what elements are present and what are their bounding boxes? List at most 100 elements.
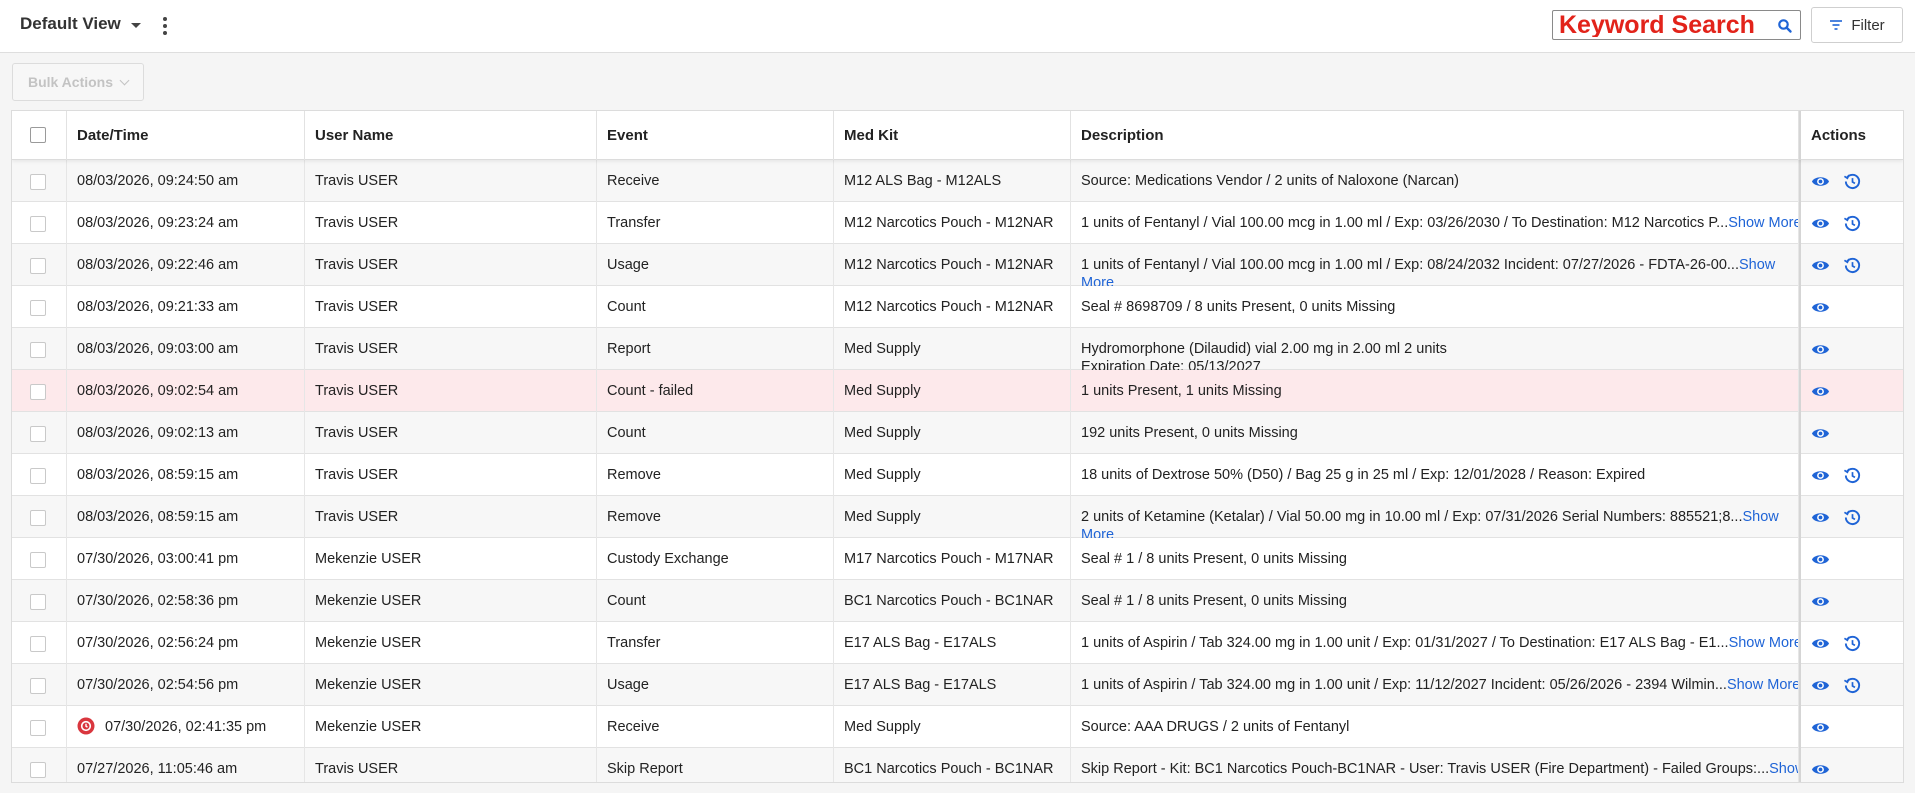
eye-icon[interactable] [1811, 508, 1830, 527]
search-icon[interactable] [1776, 17, 1794, 35]
cell-select [12, 412, 67, 454]
row-checkbox[interactable] [30, 300, 46, 316]
column-header-datetime[interactable]: Date/Time [67, 111, 305, 160]
table-row[interactable]: 08/03/2026, 09:23:24 am Travis USER Transf… [12, 202, 1903, 244]
row-checkbox[interactable] [30, 510, 46, 526]
cell-select [12, 160, 67, 202]
eye-icon[interactable] [1811, 718, 1830, 737]
show-more-link[interactable]: Show More [1728, 215, 1798, 231]
cell-datetime: 08/03/2026, 09:24:50 am [67, 160, 305, 202]
view-selector[interactable]: Default View [20, 14, 141, 34]
cell-datetime: 08/03/2026, 08:59:15 am [67, 454, 305, 496]
table-row[interactable]: 07/30/2026, 02:54:56 pm Mekenzie USER Usag… [12, 664, 1903, 706]
table-row[interactable]: 08/03/2026, 08:59:15 am Travis USER Remove… [12, 454, 1903, 496]
row-checkbox[interactable] [30, 468, 46, 484]
cell-medkit-text: E17 ALS Bag - E17ALS [844, 635, 997, 651]
cell-user-text: Travis USER [315, 173, 399, 189]
cell-select [12, 328, 67, 370]
filter-button[interactable]: Filter [1811, 7, 1903, 43]
eye-icon[interactable] [1811, 256, 1830, 275]
table-row[interactable]: 08/03/2026, 09:03:00 am Travis USER Report… [12, 328, 1903, 370]
keyword-search [1552, 10, 1801, 40]
row-checkbox[interactable] [30, 426, 46, 442]
table-row[interactable]: 08/03/2026, 09:22:46 am Travis USER Usage M… [12, 244, 1903, 286]
cell-datetime-text: 08/03/2026, 09:03:00 am [77, 341, 239, 357]
show-more-link[interactable]: Show More [1727, 677, 1798, 693]
cell-select [12, 622, 67, 664]
table-row[interactable]: 08/03/2026, 09:21:33 am Travis USER Count M… [12, 286, 1903, 328]
column-header-description[interactable]: Description [1071, 111, 1799, 160]
column-header-user[interactable]: User Name [305, 111, 597, 160]
cell-medkit-text: Med Supply [844, 719, 921, 735]
row-checkbox[interactable] [30, 762, 46, 778]
row-checkbox[interactable] [30, 720, 46, 736]
row-checkbox[interactable] [30, 216, 46, 232]
filter-icon [1830, 20, 1843, 30]
cell-event-text: Count - failed [607, 383, 694, 399]
cell-description: Source: Medications Vendor / 2 units of … [1071, 160, 1799, 202]
cell-actions [1799, 160, 1903, 202]
table-row[interactable]: 08/03/2026, 09:24:50 am Travis USER Receiv… [12, 160, 1903, 202]
show-more-link[interactable]: Show [1769, 761, 1798, 777]
eye-icon[interactable] [1811, 382, 1830, 401]
column-header-medkit[interactable]: Med Kit [834, 111, 1071, 160]
cell-select [12, 538, 67, 580]
eye-icon[interactable] [1811, 550, 1830, 569]
row-checkbox[interactable] [30, 384, 46, 400]
history-icon[interactable] [1843, 634, 1862, 653]
cell-datetime: 08/03/2026, 09:21:33 am [67, 286, 305, 328]
history-icon[interactable] [1843, 466, 1862, 485]
history-icon[interactable] [1843, 256, 1862, 275]
history-icon[interactable] [1843, 508, 1862, 527]
eye-icon[interactable] [1811, 466, 1830, 485]
cell-user: Mekenzie USER [305, 706, 597, 748]
table-row[interactable]: 07/27/2026, 11:05:46 am Travis USER Skip R… [12, 748, 1903, 782]
cell-event: Receive [597, 160, 834, 202]
cell-datetime: 07/30/2026, 03:00:41 pm [67, 538, 305, 580]
table-row[interactable]: 07/30/2026, 03:00:41 pm Mekenzie USER Cust… [12, 538, 1903, 580]
eye-icon[interactable] [1811, 634, 1830, 653]
cell-description: Seal # 8698709 / 8 units Present, 0 unit… [1071, 286, 1799, 328]
cell-event-text: Receive [607, 173, 660, 189]
eye-icon[interactable] [1811, 592, 1830, 611]
history-icon[interactable] [1843, 172, 1862, 191]
row-checkbox[interactable] [30, 258, 46, 274]
row-checkbox[interactable] [30, 594, 46, 610]
cell-datetime-text: 08/03/2026, 09:24:50 am [77, 173, 239, 189]
alert-badge-icon[interactable] [77, 717, 95, 735]
table-row[interactable]: 07/30/2026, 02:58:36 pm Mekenzie USER Coun… [12, 580, 1903, 622]
eye-icon[interactable] [1811, 214, 1830, 233]
row-checkbox[interactable] [30, 342, 46, 358]
filter-label: Filter [1851, 16, 1885, 34]
eye-icon[interactable] [1811, 424, 1830, 443]
kebab-menu-icon[interactable] [158, 15, 172, 37]
keyword-search-input[interactable] [1559, 13, 1767, 37]
cell-event-text: Custody Exchange [607, 551, 729, 567]
eye-icon[interactable] [1811, 298, 1830, 317]
eye-icon[interactable] [1811, 340, 1830, 359]
eye-icon[interactable] [1811, 172, 1830, 191]
caret-down-icon [130, 22, 141, 28]
table-row-failed[interactable]: 08/03/2026, 09:02:54 am Travis USER Count … [12, 370, 1903, 412]
cell-user: Travis USER [305, 286, 597, 328]
cell-description: Hydromorphone (Dilaudid) vial 2.00 mg in… [1071, 328, 1799, 370]
row-checkbox[interactable] [30, 552, 46, 568]
table-row[interactable]: 07/30/2026, 02:56:24 pm Mekenzie USER Tran… [12, 622, 1903, 664]
select-all-checkbox[interactable] [30, 127, 46, 143]
eye-icon[interactable] [1811, 760, 1830, 779]
history-icon[interactable] [1843, 214, 1862, 233]
table-row[interactable]: 08/03/2026, 09:02:13 am Travis USER Count M… [12, 412, 1903, 454]
description-text: 1 units of Fentanyl / Vial 100.00 mcg in… [1081, 257, 1739, 273]
show-more-link[interactable]: Show More [1729, 635, 1798, 651]
eye-icon[interactable] [1811, 676, 1830, 695]
cell-actions [1799, 496, 1903, 538]
row-checkbox[interactable] [30, 678, 46, 694]
bulk-actions-button[interactable]: Bulk Actions [12, 63, 144, 101]
row-checkbox[interactable] [30, 174, 46, 190]
cell-event-text: Count [607, 299, 646, 315]
table-row[interactable]: 07/30/2026, 02:41:35 pm Mekenzie USER Rece… [12, 706, 1903, 748]
column-header-event[interactable]: Event [597, 111, 834, 160]
history-icon[interactable] [1843, 676, 1862, 695]
table-row[interactable]: 08/03/2026, 08:59:15 am Travis USER Remove… [12, 496, 1903, 538]
row-checkbox[interactable] [30, 636, 46, 652]
